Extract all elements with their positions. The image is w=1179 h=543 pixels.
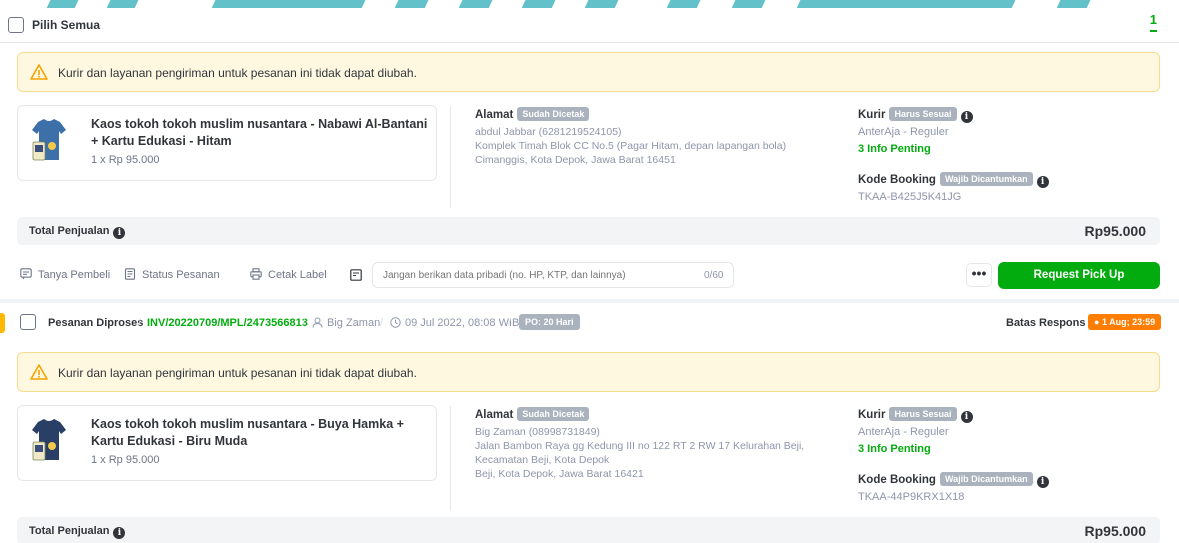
important-info-link[interactable]: 3 Info Penting [858, 143, 931, 155]
booking-code-title: Kode Booking [858, 174, 936, 186]
info-icon[interactable]: i [113, 227, 126, 239]
courier-service: AnterAja - Reguler [858, 426, 949, 438]
total-sales-value: Rp95.000 [1084, 223, 1146, 239]
select-all-checkbox[interactable] [8, 17, 24, 33]
address-header: Alamat Sudah Dicetak [475, 107, 590, 121]
total-sales-bar: Total Penjualan i Rp95.000 [17, 217, 1160, 245]
booking-code-header: Kode Booking Wajib Dicantumkan i [858, 472, 1049, 488]
document-icon [124, 268, 136, 280]
info-icon[interactable]: i [113, 527, 126, 539]
status-accent-bar [0, 313, 5, 333]
warning-banner: Kurir dan layanan pengiriman untuk pesan… [17, 352, 1160, 392]
preorder-badge: PO: 20 Hari [519, 314, 580, 330]
address-line: Jalan Bambon Raya gg Kedung III no 122 R… [475, 440, 805, 452]
response-deadline-label: Batas Respons [1006, 317, 1086, 329]
required-badge: Wajib Dicantumkan [939, 172, 1033, 186]
select-all-row: Pilih Semua 1 [0, 8, 1179, 42]
address-line: Kecamatan Beji, Kota Depok [475, 454, 610, 466]
info-icon[interactable]: i [1036, 476, 1049, 488]
printed-badge: Sudah Dicetak [517, 407, 590, 421]
courier-header: Kurir Harus Sesuai i [858, 407, 973, 423]
total-sales-value: Rp95.000 [1084, 523, 1146, 539]
important-info-link[interactable]: 3 Info Penting [858, 443, 931, 455]
warning-text: Kurir dan layanan pengiriman untuk pesan… [58, 66, 417, 80]
product-thumbnail[interactable] [30, 116, 68, 166]
printer-icon [250, 268, 262, 280]
warning-icon [30, 64, 48, 80]
note-icon [350, 269, 362, 281]
booking-code-header: Kode Booking Wajib Dicantumkan i [858, 172, 1049, 188]
address-title: Alamat [475, 109, 514, 121]
ask-buyer-button[interactable]: Tanya Pembeli [20, 268, 110, 281]
booking-code-value: TKAA-B425J5K41JG [858, 191, 962, 203]
order-checkbox[interactable] [20, 314, 36, 330]
total-sales-label: Total Penjualan i [29, 525, 126, 539]
courier-service: AnterAja - Reguler [858, 126, 949, 138]
note-char-counter: 0/60 [704, 270, 724, 281]
product-thumbnail[interactable] [30, 416, 68, 466]
page-number-tab[interactable]: 1 [1149, 12, 1157, 32]
order-status-button[interactable]: Status Pesanan [124, 268, 220, 281]
order-status: Pesanan Diproses [48, 317, 144, 329]
address-header: Alamat Sudah Dicetak [475, 407, 590, 421]
address-recipient: Big Zaman (08998731849) [475, 426, 600, 438]
product-name[interactable]: Kaos tokoh tokoh muslim nusantara - Naba… [91, 116, 431, 150]
total-sales-label: Total Penjualan i [29, 225, 126, 239]
clock-icon [390, 317, 401, 328]
info-icon[interactable]: i [960, 111, 973, 123]
column-divider [450, 106, 451, 208]
column-divider [450, 406, 451, 511]
print-label-button[interactable]: Cetak Label [250, 268, 327, 281]
address-recipient: abdul Jabbar (6281219524105) [475, 126, 622, 138]
more-options-button[interactable]: ••• [966, 263, 992, 287]
courier-title: Kurir [858, 109, 886, 121]
info-icon[interactable]: i [1036, 176, 1049, 188]
product-card: Kaos tokoh tokoh muslim nusantara - Buya… [17, 405, 437, 481]
chat-icon [20, 268, 32, 280]
address-title: Alamat [475, 409, 514, 421]
booking-code-value: TKAA-44P9KRX1X18 [858, 491, 965, 503]
warning-icon [30, 364, 48, 380]
must-match-badge: Harus Sesuai [889, 107, 957, 121]
must-match-badge: Harus Sesuai [889, 407, 957, 421]
request-pickup-button[interactable]: Request Pick Up [998, 262, 1160, 289]
order-list-page: Pilih Semua 1 Kurir dan layanan pengirim… [0, 0, 1179, 543]
warning-banner: Kurir dan layanan pengiriman untuk pesan… [17, 52, 1160, 92]
info-icon[interactable]: i [960, 411, 973, 423]
courier-title: Kurir [858, 409, 886, 421]
product-card: Kaos tokoh tokoh muslim nusantara - Naba… [17, 105, 437, 181]
total-sales-bar: Total Penjualan i Rp95.000 [17, 517, 1160, 543]
order-action-row: Tanya Pembeli Status Pesanan Cetak Label… [0, 260, 1179, 290]
product-qty-price: 1 x Rp 95.000 [91, 454, 160, 466]
printed-badge: Sudah Dicetak [517, 107, 590, 121]
invoice-link[interactable]: INV/20220709/MPL/2473566813 [147, 317, 308, 329]
seller-note-input[interactable] [372, 262, 734, 288]
clock-icon: ● [1094, 317, 1100, 327]
buyer-name: Big Zaman [327, 317, 381, 329]
order-separator [0, 299, 1179, 303]
warning-text: Kurir dan layanan pengiriman untuk pesan… [58, 366, 417, 380]
order-date: 09 Jul 2022, 08:08 WIB [405, 317, 520, 329]
courier-header: Kurir Harus Sesuai i [858, 107, 973, 123]
address-line: Beji, Kota Depok, Jawa Barat 16421 [475, 468, 644, 480]
divider [0, 42, 1179, 43]
product-qty-price: 1 x Rp 95.000 [91, 154, 160, 166]
address-line: Komplek Timah Blok CC No.5 (Pagar Hitam,… [475, 140, 787, 152]
select-all-label: Pilih Semua [32, 18, 101, 32]
response-deadline-badge: ● 1 Aug; 23:59 [1088, 314, 1162, 330]
required-badge: Wajib Dicantumkan [939, 472, 1033, 486]
user-icon [312, 317, 323, 328]
address-line: Cimanggis, Kota Depok, Jawa Barat 16451 [475, 154, 676, 166]
product-name[interactable]: Kaos tokoh tokoh muslim nusantara - Buya… [91, 416, 431, 450]
order-header: Pesanan Diproses / INV/20220709/MPL/2473… [0, 311, 1179, 335]
booking-code-title: Kode Booking [858, 474, 936, 486]
